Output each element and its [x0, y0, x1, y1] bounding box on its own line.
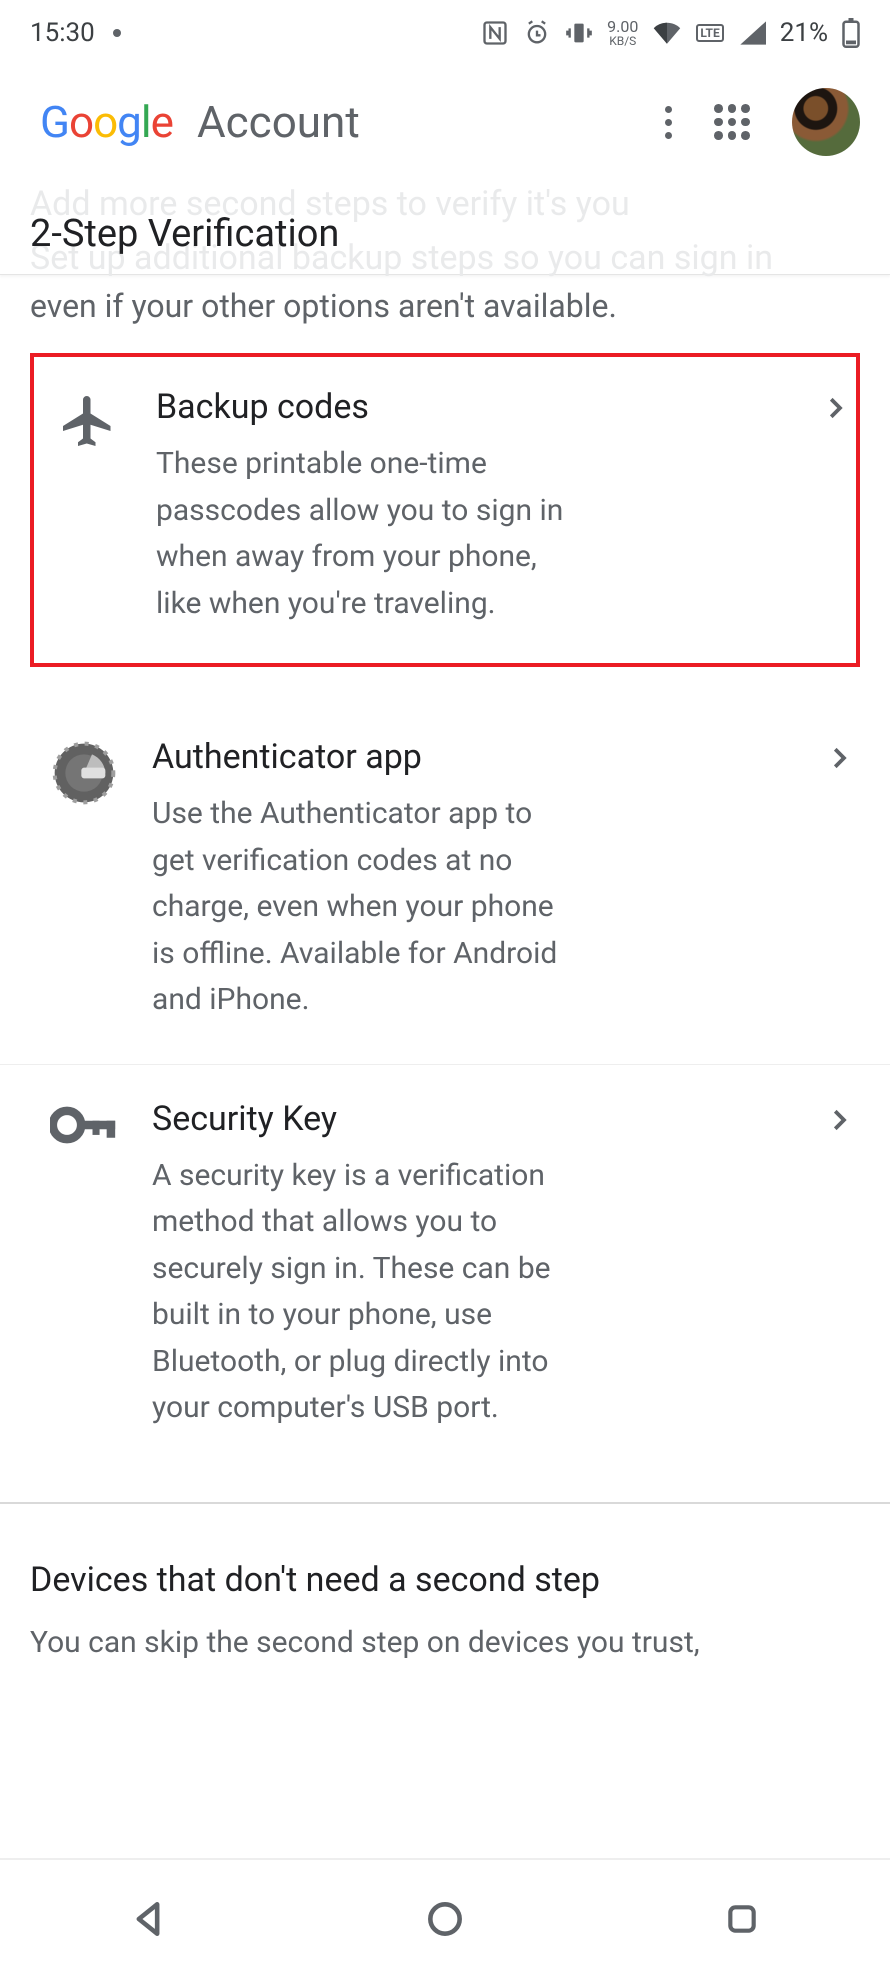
account-word: Account	[197, 96, 360, 148]
more-menu-button[interactable]	[646, 100, 690, 144]
ghost-remainder: even if your other options aren't availa…	[0, 275, 890, 353]
system-nav-bar	[0, 1858, 890, 1978]
option-desc: Use the Authenticator app to get verific…	[152, 791, 564, 1024]
section-body: You can skip the second step on devices …	[30, 1620, 860, 1667]
nav-recent-button[interactable]	[714, 1891, 770, 1947]
key-icon	[44, 1099, 124, 1432]
page-subheader: Add more second steps to verify it's you…	[0, 186, 890, 275]
option-security-key[interactable]: Security Key A security key is a verific…	[0, 1065, 890, 1472]
notification-dot-icon	[113, 29, 121, 37]
data-rate-indicator: 9.00 KB/S	[607, 19, 638, 47]
page-title: 2-Step Verification	[30, 212, 860, 256]
status-time: 15:30	[30, 18, 95, 48]
google-logo: Google	[40, 96, 173, 148]
apps-grid-button[interactable]	[710, 100, 754, 144]
option-title: Security Key	[152, 1099, 564, 1139]
chevron-right-icon	[824, 1099, 854, 1432]
option-title: Authenticator app	[152, 737, 564, 777]
option-backup-codes[interactable]: Backup codes These printable one-time pa…	[30, 353, 860, 667]
vibrate-icon	[565, 19, 593, 47]
devices-trust-section: Devices that don't need a second step Yo…	[0, 1504, 890, 1667]
app-header: Google Account	[0, 58, 890, 186]
volte-icon: LTE	[696, 24, 723, 42]
battery-icon	[842, 18, 860, 48]
option-desc: These printable one-time passcodes allow…	[156, 441, 568, 627]
data-rate-value: 9.00	[607, 19, 638, 35]
option-authenticator-app[interactable]: Authenticator app Use the Authenticator …	[0, 703, 890, 1065]
wifi-icon	[652, 21, 682, 45]
option-desc: A security key is a verification method …	[152, 1153, 564, 1432]
option-title: Backup codes	[156, 387, 568, 427]
airplane-icon	[48, 387, 128, 627]
chevron-right-icon	[824, 737, 854, 1024]
nav-home-button[interactable]	[417, 1891, 473, 1947]
avatar[interactable]	[792, 88, 860, 156]
alarm-icon	[523, 19, 551, 47]
options-list: Backup codes These printable one-time pa…	[0, 353, 890, 1504]
status-bar: 15:30 9.00 KB/S LTE 21%	[0, 0, 890, 58]
chevron-right-icon	[820, 387, 850, 627]
signal-icon	[738, 21, 766, 45]
battery-percent: 21%	[780, 18, 828, 48]
authenticator-icon	[44, 737, 124, 1024]
nfc-icon	[481, 19, 509, 47]
data-rate-unit: KB/S	[609, 35, 636, 47]
section-heading: Devices that don't need a second step	[30, 1560, 860, 1600]
nav-back-button[interactable]	[120, 1891, 176, 1947]
